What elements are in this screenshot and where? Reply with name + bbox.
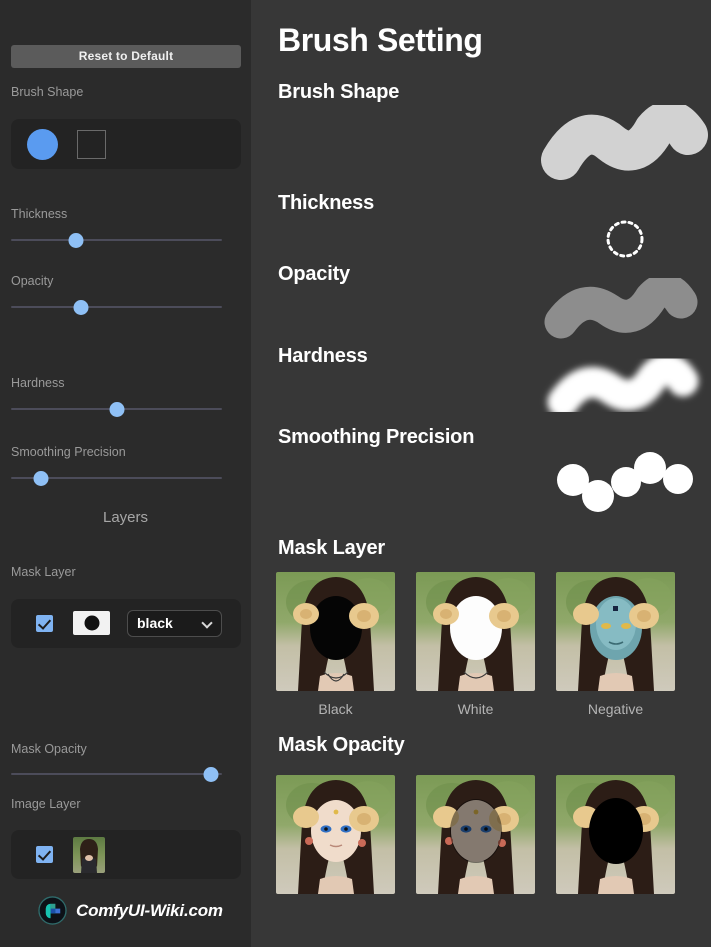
brush-shape-square-option[interactable] bbox=[77, 130, 106, 159]
thickness-slider[interactable] bbox=[11, 232, 222, 248]
slider-thumb[interactable] bbox=[109, 402, 124, 417]
opacity-slider[interactable] bbox=[11, 299, 222, 315]
demo-small-cursor-circle bbox=[606, 220, 644, 258]
section-title-smoothing-precision: Smoothing Precision bbox=[278, 426, 475, 448]
image-layer-row bbox=[11, 830, 241, 879]
slider-thumb[interactable] bbox=[68, 233, 84, 248]
slider-track bbox=[11, 239, 222, 241]
mask-opacity-preview-full bbox=[556, 775, 675, 894]
section-title-mask-layer: Mask Layer bbox=[278, 537, 385, 559]
section-title-mask-opacity: Mask Opacity bbox=[278, 734, 405, 756]
mask-layer-visibility-checkbox[interactable] bbox=[36, 615, 53, 632]
watermark: ComfyUI-Wiki.com bbox=[38, 896, 223, 925]
preview-panel: Brush Setting Brush Shape Thickness Opac… bbox=[251, 0, 711, 947]
demo-stroke-high-opacity bbox=[544, 278, 698, 339]
mask-preview-negative bbox=[556, 572, 675, 691]
mask-opacity-preview-semi bbox=[416, 775, 535, 894]
mask-opacity-slider[interactable] bbox=[11, 766, 222, 782]
image-layer-visibility-checkbox[interactable] bbox=[36, 846, 53, 863]
image-layer-label: Image Layer bbox=[11, 797, 81, 811]
mask-caption-white: White bbox=[457, 701, 494, 717]
section-title-thickness: Thickness bbox=[278, 192, 375, 214]
demo-stroke-soft-edge bbox=[547, 358, 699, 418]
section-title-opacity: Opacity bbox=[278, 263, 350, 285]
section-title-brush-shape: Brush Shape bbox=[278, 81, 400, 103]
smoothing-precision-slider[interactable] bbox=[11, 470, 222, 486]
mask-opacity-preview-none bbox=[276, 775, 395, 894]
image-layer-thumbnail bbox=[73, 837, 105, 873]
slider-thumb[interactable] bbox=[73, 300, 89, 315]
opacity-label: Opacity bbox=[11, 274, 54, 288]
mask-preview-white bbox=[416, 572, 535, 691]
mask-layer-row: black bbox=[11, 599, 241, 648]
demo-round-cap-stroke bbox=[541, 105, 708, 180]
watermark-text: ComfyUI-Wiki.com bbox=[76, 900, 223, 920]
mask-preview-black bbox=[276, 572, 395, 691]
chevron-down-icon bbox=[201, 617, 213, 629]
section-title-hardness: Hardness bbox=[278, 345, 368, 367]
mask-mode-select[interactable]: black bbox=[127, 610, 222, 637]
layers-heading: Layers bbox=[102, 509, 149, 526]
smoothing-precision-label: Smoothing Precision bbox=[11, 445, 126, 459]
page-title: Brush Setting bbox=[278, 22, 483, 58]
mask-caption-negative: Negative bbox=[587, 701, 644, 717]
settings-sidebar: Reset to Default Brush Shape Thickness O… bbox=[0, 0, 251, 947]
slider-thumb[interactable] bbox=[203, 767, 219, 782]
reset-to-default-button[interactable]: Reset to Default bbox=[11, 45, 241, 68]
hardness-slider[interactable] bbox=[11, 401, 222, 417]
brush-shape-selector bbox=[11, 119, 241, 169]
hardness-label: Hardness bbox=[11, 376, 65, 390]
demo-stroke-low-precision-dots bbox=[557, 452, 693, 512]
slider-track bbox=[11, 773, 222, 775]
mask-caption-black: Black bbox=[318, 701, 353, 717]
slider-thumb[interactable] bbox=[33, 471, 49, 486]
thickness-label: Thickness bbox=[11, 207, 68, 221]
mask-opacity-label: Mask Opacity bbox=[11, 742, 87, 756]
brush-shape-circle-option[interactable] bbox=[27, 129, 58, 160]
brush-settings-window: Reset to Default Brush Shape Thickness O… bbox=[0, 0, 711, 947]
mask-mode-value: black bbox=[137, 615, 173, 631]
brush-shape-label: Brush Shape bbox=[11, 85, 84, 99]
slider-track bbox=[11, 306, 222, 308]
mask-layer-label: Mask Layer bbox=[11, 565, 76, 579]
comfyui-wiki-logo-icon bbox=[38, 896, 67, 925]
mask-layer-thumbnail bbox=[73, 611, 110, 635]
